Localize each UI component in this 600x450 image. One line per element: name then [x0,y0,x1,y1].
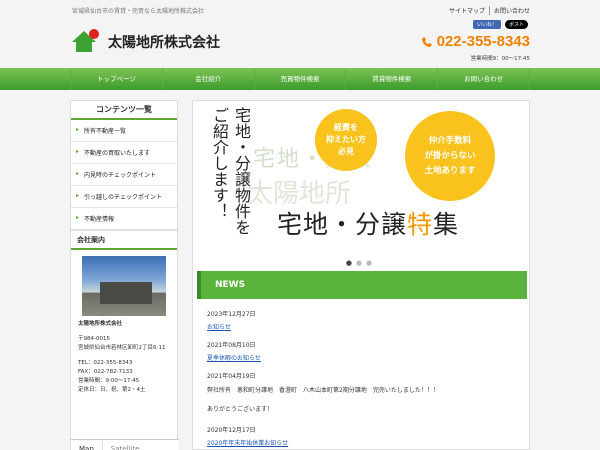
top-links: サイトマップ お問い合わせ [449,6,530,15]
banner-headline: 宅地・分譲特集 [277,205,459,241]
company-info-name: 太陽地所株式会社 [78,321,123,327]
contents-title: コンテンツ一覧 [71,101,177,120]
circle-2-line-1: 仲介手数料 [428,135,472,146]
main-content: 宅地・分譲 太陽地所 宅地・分譲物件を ご紹介します！ 経費を 抑えたい方 必見… [192,100,530,450]
news-body-2: ありがとうございます！ [207,406,274,413]
hero-banner[interactable]: 宅地・分譲 太陽地所 宅地・分譲物件を ご紹介します！ 経費を 抑えたい方 必見… [193,101,529,267]
facebook-like-button[interactable]: いいね！ [472,20,501,29]
news-heading: NEWS [197,271,527,299]
slider-dot-3[interactable]: ● [366,259,376,267]
map-tab-satellite[interactable]: Satellite [101,440,148,450]
news-list: 2023年12月27日 お知らせ 2021年08月10日 夏季休暇のお知らせ 2… [207,309,517,449]
news-item: 2020年12月17日 2020年年末年始休業お知らせ [207,425,517,447]
news-link[interactable]: 夏季休暇のお知らせ [207,353,517,362]
sidebar-item-viewing-checkpoint[interactable]: 内見時のチェックポイント [71,164,177,186]
banner-circle-fee: 仲介手数料 が掛からない 土地あります [405,111,495,201]
slider-dot-1[interactable]: ● [346,259,356,267]
map-tab-map[interactable]: Map [71,440,102,450]
circle-2-line-2: が掛からない [424,150,476,161]
nav-item-contact[interactable]: お問い合わせ [437,68,530,90]
global-nav: トップページ 会社紹介 売買物件検索 賃貸物件検索 お問い合わせ [0,68,600,90]
nav-item-sale-search[interactable]: 売買物件検索 [253,68,346,90]
address: 宮城県仙台市若林区卸町2丁目6-11 [78,345,166,351]
circle-1-line-1: 経費を [334,123,358,132]
site-tagline: 宮城県仙台市の賃貸・売買なら太陽地所株式会社 [72,8,205,15]
news-item: 2021年04月19日 弊社所有 恵和町分譲地 香澄町 八木山本町第2期分譲地 … [207,371,517,416]
sidebar-item-moving-checkpoint[interactable]: 引っ越しのチェックポイント [71,186,177,208]
sidebar-item-info[interactable]: 不動産情報 [71,208,177,229]
nav-item-company[interactable]: 会社紹介 [161,68,254,90]
sidebar-item-purchase[interactable]: 不動産の買取いたします [71,142,177,164]
circle-1-line-2: 抑えたい方 [326,135,366,144]
news-body: 弊社所有 恵和町分譲地 香澄町 八木山本町第2期分譲地 完売いたしました！！！ [207,387,439,394]
contents-box: コンテンツ一覧 所有不動産一覧 不動産の買取いたします 内見時のチェックポイント… [70,100,178,230]
business-hours-side: 営業時間：9:00～17:45 [78,378,140,384]
map-widget: Map Satellite [71,439,179,450]
banner-vertical-text-2: ご紹介します！ [210,107,229,219]
holidays: 定休日：日、祝、第2・4土 [78,387,146,393]
phone-icon [421,36,432,47]
headline-highlight: 特 [407,210,434,239]
sitemap-link[interactable]: サイトマップ [449,6,485,15]
phone-block: 022-355-8343 [421,33,530,50]
news-date: 2023年12月27日 [207,311,256,318]
news-link[interactable]: お知らせ [207,322,517,331]
news-item: 2021年08月10日 夏季休暇のお知らせ [207,340,517,362]
nav-item-top[interactable]: トップページ [70,68,162,90]
tel: TEL：022-355-8343 [78,360,133,366]
slider-dot-2[interactable]: ● [356,259,366,267]
business-hours: 営業時間9：00～17:45 [470,56,530,62]
headline-post: 集 [433,210,460,239]
news-link[interactable]: 2020年年末年始休業お知らせ [207,438,517,447]
company-name[interactable]: 太陽地所株式会社 [108,32,220,52]
social-buttons: いいね！ ポスト [472,20,528,29]
news-date: 2021年08月10日 [207,342,256,349]
company-box: 会社案内 太陽地所株式会社 〒984-0015 宮城県仙台市若林区卸町2丁目6-… [70,230,179,450]
company-info-title: 会社案内 [71,231,177,250]
headline-pre: 宅地・分譲 [277,210,408,239]
x-post-button[interactable]: ポスト [504,20,528,29]
news-item: 2023年12月27日 お知らせ [207,309,517,331]
news-date: 2021年04月19日 [207,373,256,380]
contact-link[interactable]: お問い合わせ [488,6,530,15]
banner-vertical-text-1: 宅地・分譲物件を [232,107,251,235]
postal-code: 〒984-0015 [78,336,110,342]
phone-number[interactable]: 022-355-8343 [437,33,530,50]
banner-circle-cost: 経費を 抑えたい方 必見 [315,109,377,171]
sidebar-item-properties[interactable]: 所有不動産一覧 [71,120,177,142]
fax: FAX：022-782-7133 [78,369,133,375]
nav-item-rent-search[interactable]: 賃貸物件検索 [345,68,437,90]
news-date: 2020年12月17日 [207,427,256,434]
slider-dots: ●●● [193,259,529,267]
house-logo-icon[interactable] [70,28,104,54]
circle-2-line-3: 土地あります [424,165,476,176]
office-photo [82,256,166,316]
circle-1-line-3: 必見 [338,147,354,156]
